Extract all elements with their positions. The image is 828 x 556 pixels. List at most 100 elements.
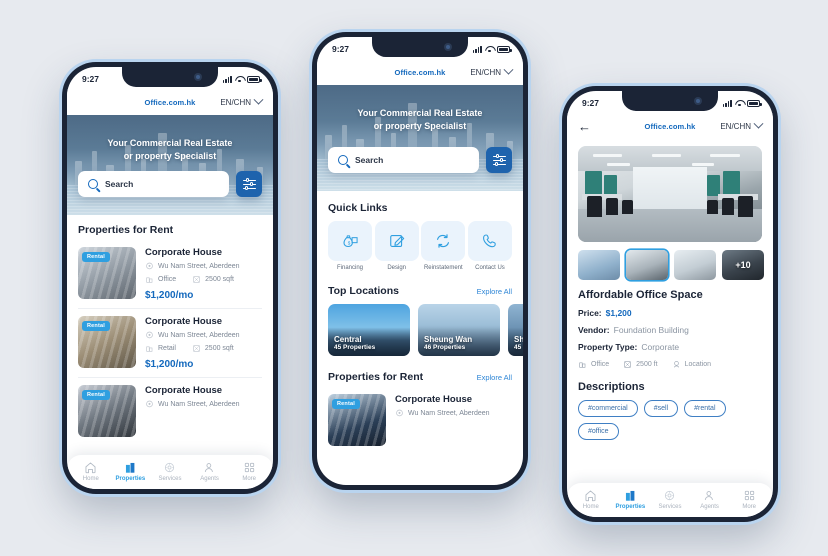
property-thumbnail: Rental <box>78 316 136 368</box>
language-switcher[interactable]: EN/CHN <box>220 94 264 107</box>
property-row[interactable]: Rental Corporate House Wu Nam Street, Ab… <box>328 387 512 453</box>
back-arrow-icon[interactable]: ← <box>578 120 596 133</box>
status-time: 9:27 <box>582 98 600 108</box>
property-address: Wu Nam Street, Aberdeen <box>395 409 512 418</box>
quick-link-contact-us[interactable]: Contact Us <box>467 221 512 271</box>
status-bar-right: 9:27 <box>567 91 773 113</box>
status-bar-center: 9:27 <box>317 37 523 59</box>
property-detail-title: Affordable Office Space <box>578 289 703 301</box>
building-icon <box>146 346 153 352</box>
description-tags: #commercial #sell #rental #office <box>578 400 762 440</box>
buildings-icon <box>125 462 135 473</box>
property-thumbnail: Rental <box>328 394 386 446</box>
wifi-icon <box>485 46 494 53</box>
design-pencil-icon <box>389 235 404 247</box>
svg-text:$: $ <box>348 240 351 245</box>
location-count: 45 Properties <box>334 344 376 351</box>
search-row-left: Search <box>78 171 262 197</box>
tab-properties[interactable]: Properties <box>111 460 149 482</box>
home-icon <box>585 489 596 501</box>
tab-properties[interactable]: Properties <box>611 488 649 510</box>
gallery-thumb-selected[interactable] <box>626 250 668 280</box>
tab-more[interactable]: More <box>230 460 268 482</box>
battery-icon <box>747 99 762 107</box>
battery-icon <box>247 75 262 83</box>
location-pin-icon <box>673 361 679 368</box>
tab-label: Properties <box>615 504 646 510</box>
property-name: Corporate House <box>145 385 223 396</box>
tab-home[interactable]: Home <box>72 460 110 482</box>
search-icon <box>88 179 98 189</box>
chevron-down-icon <box>253 94 264 105</box>
location-card[interactable]: Sheung Wan 45 Properties <box>508 304 523 356</box>
brand-logo[interactable]: Office.com.hk <box>395 68 446 77</box>
quick-link-design[interactable]: Design <box>374 221 419 271</box>
status-bar-left: 9:27 <box>67 67 273 89</box>
app-header-left: Office.com.hk EN/CHN <box>67 89 273 115</box>
battery-icon <box>497 45 512 53</box>
locations-carousel[interactable]: Central 45 Properties Sheung Wan 46 Prop… <box>328 304 523 356</box>
tag-chip[interactable]: #rental <box>684 400 726 417</box>
language-switcher[interactable]: EN/CHN <box>720 118 764 131</box>
properties-list-section: Properties for Rent Rental Corporate Hou… <box>67 215 273 444</box>
tab-more[interactable]: More <box>730 488 768 510</box>
skyline-illustration <box>317 85 523 191</box>
area-icon <box>193 276 200 283</box>
detail-field-property-type: Property Type: Corporate <box>578 342 762 352</box>
phone-mockup-right: 9:27 ← Office.com.hk EN/CHN +10 Affordab… <box>562 86 778 522</box>
filter-button[interactable] <box>236 171 262 197</box>
cellular-signal-icon <box>222 75 232 83</box>
language-label: EN/CHN <box>720 121 751 131</box>
location-count: 46 Properties <box>424 344 466 351</box>
quick-link-reinstatement[interactable]: Reinstatement <box>421 221 466 271</box>
more-grid-icon <box>744 490 754 500</box>
tag-chip[interactable]: #sell <box>643 400 679 417</box>
hero-banner-left: Your Commercial Real Estate or property … <box>67 115 273 215</box>
tab-label: Home <box>82 476 99 482</box>
location-name: Sheung Wan <box>514 335 523 344</box>
search-input[interactable]: Search <box>78 171 229 197</box>
chevron-down-icon <box>753 118 764 129</box>
property-name: Corporate House <box>145 316 223 327</box>
search-input[interactable]: Search <box>328 147 479 173</box>
phone-mockup-center: 9:27 Office.com.hk EN/CHN Your Commercia… <box>312 32 528 490</box>
language-switcher[interactable]: EN/CHN <box>470 64 514 77</box>
tab-home[interactable]: Home <box>572 488 610 510</box>
property-row[interactable]: Rental Corporate House Wu Nam Street, Ab… <box>78 378 262 444</box>
section-title-properties-for-rent: Properties for Rent <box>328 371 424 383</box>
field-label: Property Type: <box>578 342 638 352</box>
tab-agents[interactable]: Agents <box>191 460 229 482</box>
detail-field-price: Price: $1,200 <box>578 308 762 318</box>
property-row[interactable]: Rental Corporate House Wu Nam Street, Ab… <box>78 309 262 378</box>
tab-services[interactable]: Services <box>151 460 189 482</box>
quick-link-financing[interactable]: $ Financing <box>328 221 372 271</box>
brand-logo[interactable]: Office.com.hk <box>645 122 696 131</box>
tag-chip[interactable]: #office <box>578 423 619 440</box>
property-row[interactable]: Rental Corporate House Wu Nam Street, Ab… <box>78 240 262 309</box>
location-name: Central <box>334 335 362 344</box>
gallery-thumb-more[interactable]: +10 <box>722 250 764 280</box>
gallery-thumb[interactable] <box>674 250 716 280</box>
property-type: Retail <box>145 344 176 353</box>
tag-chip[interactable]: #commercial <box>578 400 638 417</box>
explore-all-properties-link[interactable]: Explore All <box>477 373 512 382</box>
search-icon <box>338 155 348 165</box>
quick-link-label: Design <box>387 265 406 271</box>
tab-label: Services <box>658 504 682 510</box>
location-card[interactable]: Central 45 Properties <box>328 304 410 356</box>
screenshot-canvas: 9:27 Office.com.hk EN/CHN Your Commercia… <box>0 0 828 556</box>
tab-agents[interactable]: Agents <box>691 488 729 510</box>
explore-all-locations-link[interactable]: Explore All <box>477 287 512 296</box>
brand-logo[interactable]: Office.com.hk <box>145 98 196 107</box>
filter-button[interactable] <box>486 147 512 173</box>
gallery-thumb[interactable] <box>578 250 620 280</box>
app-header-center: Office.com.hk EN/CHN <box>317 59 523 85</box>
location-count: 45 Properties <box>514 344 523 351</box>
property-name: Corporate House <box>145 247 223 258</box>
services-gear-icon <box>665 490 675 500</box>
tab-services[interactable]: Services <box>651 488 689 510</box>
bottom-tab-bar-left: Home Properties Services Agents More <box>67 455 273 489</box>
property-main-image[interactable] <box>578 146 762 242</box>
location-card[interactable]: Sheung Wan 46 Properties <box>418 304 500 356</box>
status-badge: Rental <box>82 390 111 400</box>
